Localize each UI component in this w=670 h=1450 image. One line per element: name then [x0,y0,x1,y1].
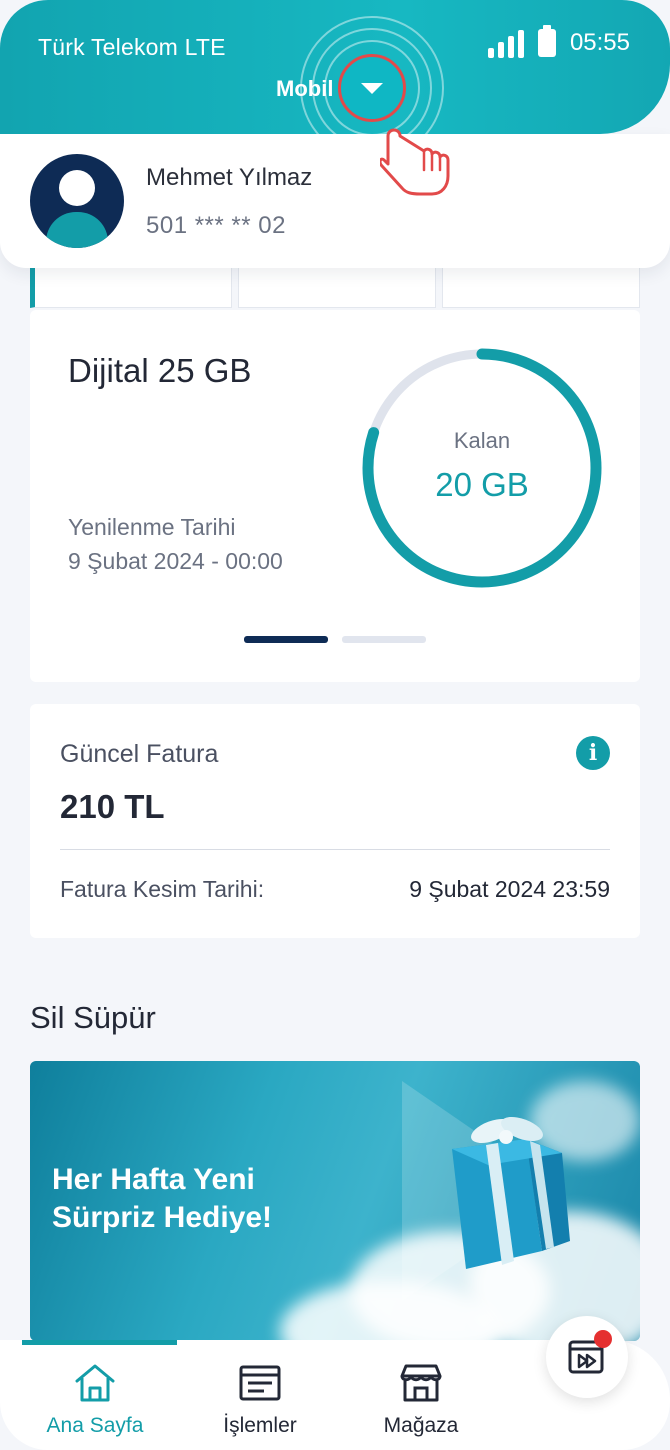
remaining-label: Kalan [453,428,511,453]
gift-box-icon [452,1116,570,1269]
status-indicators: 05:55 [487,25,630,58]
line-selector-label: Mobil [276,76,334,101]
nav-item-label: İşlemler [223,1414,297,1437]
invoice-date-value: 9 Şubat 2024 23:59 [409,876,610,902]
pager-dot[interactable] [244,636,328,643]
section-title: Sil Süpür [30,1000,156,1035]
store-icon [400,1364,442,1402]
renewal-date: 9 Şubat 2024 - 00:00 [68,548,283,574]
package-name: Dijital 25 GB [68,352,252,389]
nav-item-store[interactable]: Mağaza [346,1362,496,1438]
info-icon[interactable]: i [576,736,610,770]
banner-line: Her Hafta Yeni [52,1163,255,1196]
divider [60,849,610,850]
profile-card[interactable]: Mehmet Yılmaz 501 *** ** 02 [0,134,670,268]
pager-dot[interactable] [342,636,426,643]
invoice-title: Güncel Fatura [60,740,219,768]
card-pager [244,636,426,643]
nav-item-label: Mağaza [383,1414,459,1437]
phone-screen: Türk Telekom LTE 05:55 Mobil Mehmet Yılm… [0,0,670,1450]
invoice-amount: 210 TL [60,788,165,825]
home-icon [75,1364,115,1402]
renewal-label: Yenilenme Tarihi [68,514,236,540]
package-card[interactable]: Dijital 25 GB Yenilenme Tarihi 9 Şubat 2… [30,310,640,682]
package-tab[interactable] [238,268,436,308]
notification-dot [594,1330,612,1348]
banner-headline: Her Hafta Yeni Sürpriz Hediye! [52,1161,352,1237]
active-tab-indicator [22,1340,177,1345]
battery-icon [537,25,556,57]
carrier-label: Türk Telekom LTE [38,34,226,60]
nav-item-label: Ana Sayfa [46,1414,144,1437]
avatar [30,154,124,248]
campaign-banner[interactable]: Her Hafta Yeni Sürpriz Hediye! [30,1061,640,1341]
tap-highlight-ring [338,54,406,122]
media-fab-button[interactable] [546,1316,628,1398]
avatar-body [46,212,108,248]
app-header: Türk Telekom LTE 05:55 Mobil [0,0,670,160]
nav-item-transactions[interactable]: İşlemler [185,1362,335,1438]
pointer-hand-icon [380,128,450,196]
user-phone: 501 *** ** 02 [146,212,286,239]
package-tab[interactable] [442,268,640,308]
banner-line: Sürpriz Hediye! [52,1201,273,1234]
remaining-value: 20 GB [435,466,529,503]
package-tabs [30,268,640,308]
line-selector[interactable]: Mobil [276,76,333,102]
transactions-icon [239,1365,281,1401]
invoice-card[interactable]: Güncel Fatura 210 TL i Fatura Kesim Tari… [30,704,640,938]
status-time: 05:55 [569,29,630,56]
avatar-head [59,170,95,206]
line-dropdown-button[interactable] [338,54,406,122]
nav-item-home[interactable]: Ana Sayfa [20,1362,170,1438]
user-name: Mehmet Yılmaz [146,164,313,191]
signal-icon [487,28,524,58]
package-tab[interactable] [30,268,232,308]
invoice-date-label: Fatura Kesim Tarihi: [60,876,265,902]
